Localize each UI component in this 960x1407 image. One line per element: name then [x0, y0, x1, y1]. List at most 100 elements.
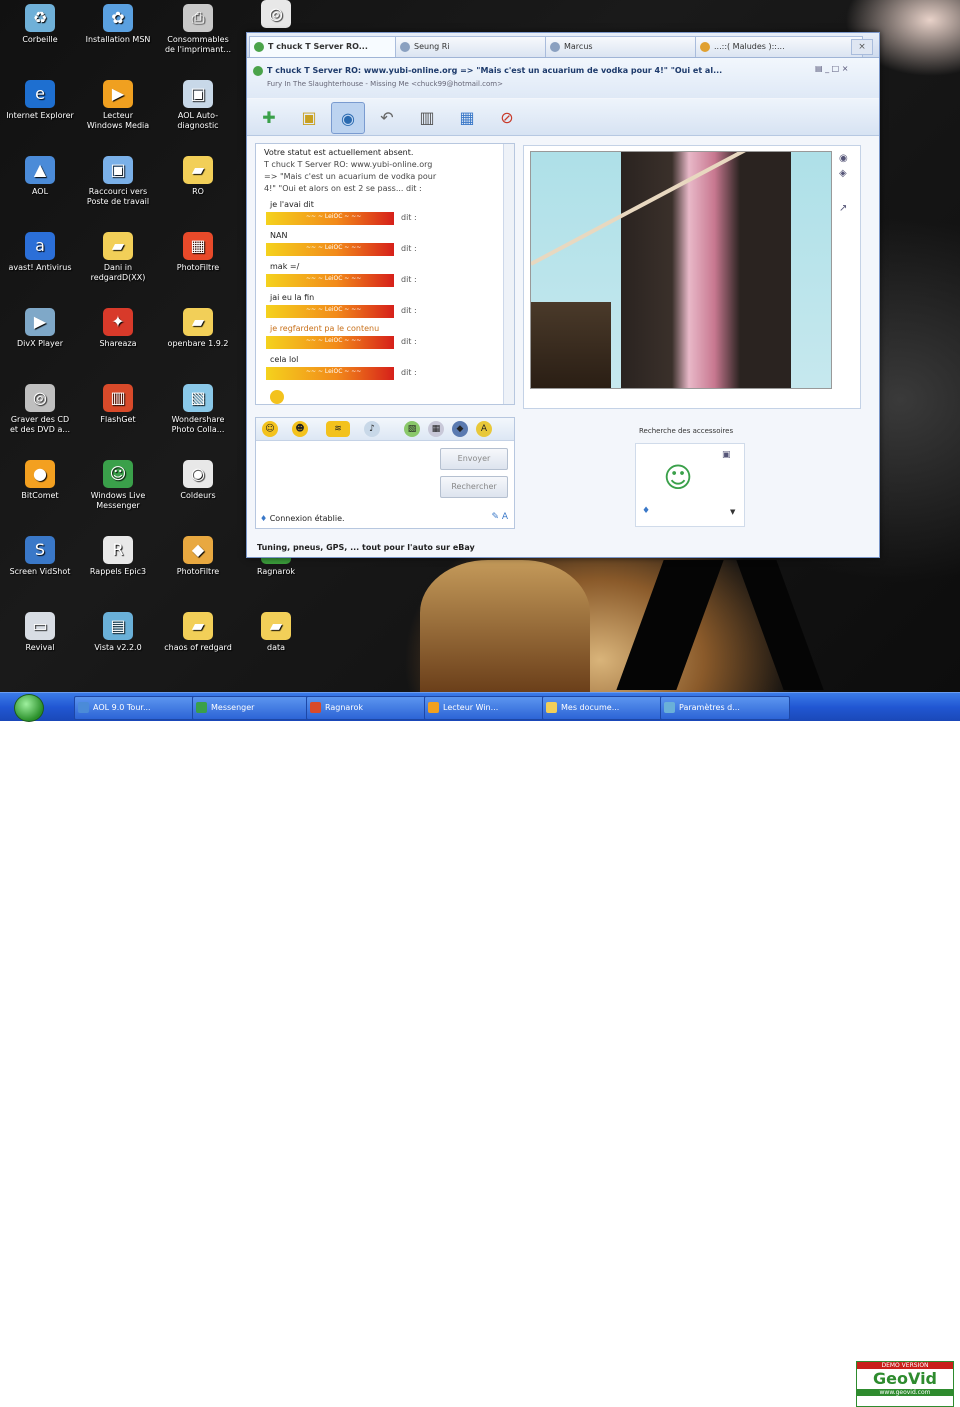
- volume-icon[interactable]: ◈: [839, 168, 851, 179]
- shareaza-icon: ✦: [103, 308, 133, 336]
- taskbar-button[interactable]: AOL 9.0 Tour...: [74, 696, 204, 720]
- webcam-options-icon[interactable]: ◉: [839, 153, 851, 164]
- taskbar-button[interactable]: Messenger: [192, 696, 322, 720]
- folder-icon: ▰: [103, 232, 133, 260]
- smiley-emoticon-icon: [270, 390, 284, 404]
- desktop-icon[interactable]: ⎙ Consommables de l'imprimant...: [164, 4, 232, 55]
- desktop-icon[interactable]: ◎ Graver des CD et des DVD a...: [6, 384, 74, 435]
- connection-status-text: Connexion établie.: [269, 514, 345, 523]
- desktop-icon-label: Coldeurs: [180, 491, 216, 500]
- wondershare-icon: ▧: [183, 384, 213, 412]
- block-contact-icon[interactable]: ⊘: [491, 102, 523, 132]
- send-button[interactable]: Envoyer: [440, 448, 508, 470]
- tab-maludes[interactable]: ...::( Maludes )::...: [695, 36, 863, 57]
- desktop-icon[interactable]: ◉ Coldeurs: [164, 460, 232, 501]
- desktop-icon[interactable]: ✦ Shareaza: [84, 308, 152, 349]
- webcam-background-chair: [531, 302, 611, 388]
- webcam-icon[interactable]: ◉: [331, 102, 365, 134]
- desktop-icon[interactable]: ● BitComet: [6, 460, 74, 501]
- font-icon[interactable]: A: [476, 421, 492, 437]
- invite-contact-icon[interactable]: ✚: [253, 102, 285, 132]
- message-input[interactable]: [262, 446, 438, 494]
- desktop-icon[interactable]: ▭ Revival: [6, 612, 74, 653]
- screen-vidshot-icon: S: [25, 536, 55, 564]
- nudge-icon[interactable]: ≋: [326, 421, 350, 437]
- search-button[interactable]: Rechercher: [440, 476, 508, 498]
- desktop-icon-label: RO: [192, 187, 204, 196]
- msn-installer-icon: ✿: [103, 4, 133, 32]
- conversation-tabs: T chuck T Server RO... Seung Ri Marcus .…: [247, 33, 879, 58]
- desktop-icon[interactable]: ♻ Corbeille: [6, 4, 74, 45]
- desktop-icon[interactable]: ▰ RO: [164, 156, 232, 197]
- messenger-window: T chuck T Server RO... Seung Ri Marcus .…: [246, 32, 880, 558]
- tab-chuck[interactable]: T chuck T Server RO...: [249, 36, 411, 57]
- desktop-icon-label: Ragnarok: [257, 567, 295, 576]
- menu-icon[interactable]: ▤: [815, 64, 823, 73]
- desktop-icon[interactable]: ▰ openbare 1.9.2: [164, 308, 232, 349]
- coldeurs-icon: ◉: [183, 460, 213, 488]
- desktop-icon[interactable]: ▲ AOL: [6, 156, 74, 197]
- taskbar-label: Mes docume...: [561, 703, 620, 712]
- games-icon[interactable]: ▦: [451, 102, 483, 132]
- desktop-icon[interactable]: ▣ Raccourci vers Poste de travail: [84, 156, 152, 207]
- desktop-icon[interactable]: R Rappels Epic3: [84, 536, 152, 577]
- taskbar-button[interactable]: Lecteur Win...: [424, 696, 554, 720]
- share-files-icon[interactable]: ▣: [293, 102, 325, 132]
- ink-icon[interactable]: ▦: [428, 421, 444, 437]
- desktop-icon[interactable]: ▤ Vista v2.2.0: [84, 612, 152, 653]
- call-icon[interactable]: ↶: [371, 102, 403, 132]
- ad-banner[interactable]: Tuning, pneus, GPS, ... tout pour l'auto…: [257, 543, 475, 552]
- taskbar-button[interactable]: Ragnarok: [306, 696, 436, 720]
- desktop-icon[interactable]: ☺ Windows Live Messenger: [84, 460, 152, 511]
- desktop-icon[interactable]: ▰ Dani in redgardD(XX): [84, 232, 152, 283]
- minimize-icon[interactable]: _: [825, 64, 829, 73]
- tab-marcus[interactable]: Marcus: [545, 36, 707, 57]
- desktop-icon[interactable]: ◆ PhotoFiltre: [164, 536, 232, 577]
- history-scrollbar[interactable]: [503, 144, 514, 404]
- expand-icon[interactable]: ↗: [839, 203, 851, 214]
- taskbar-button[interactable]: Paramètres d...: [660, 696, 790, 720]
- data-folder-icon: ▰: [261, 612, 291, 640]
- desktop-icon-label: avast! Antivirus: [8, 263, 72, 272]
- desktop-icon[interactable]: ✿ Installation MSN: [84, 4, 152, 45]
- activities-icon[interactable]: ▥: [411, 102, 443, 132]
- desktop-icon[interactable]: ▶ DivX Player: [6, 308, 74, 349]
- conversation-header: T chuck T Server RO: www.yubi-online.org…: [247, 58, 879, 98]
- desktop-icon[interactable]: ▧ Wondershare Photo Colla...: [164, 384, 232, 435]
- printer-icon: ⎙: [183, 4, 213, 32]
- desktop-icon[interactable]: a avast! Antivirus: [6, 232, 74, 273]
- desktop-icon[interactable]: ▦ PhotoFiltre: [164, 232, 232, 273]
- voice-clip-icon[interactable]: ♪: [364, 421, 380, 437]
- bitcomet-icon: ●: [25, 460, 55, 488]
- taskbar-button[interactable]: Mes docume...: [542, 696, 672, 720]
- desktop-icon[interactable]: S Screen VidShot: [6, 536, 74, 577]
- desktop-icon-label: Installation MSN: [85, 35, 151, 44]
- webcam-side-controls: ◉ ◈ ↗: [839, 153, 851, 393]
- desktop-icon[interactable]: ▶ Lecteur Windows Media: [84, 80, 152, 131]
- rappels-icon: R: [103, 536, 133, 564]
- display-picture-options-icon[interactable]: ▣: [722, 450, 731, 460]
- sender-name-banner: ~~ ~ LeiOC ~ ~~: [266, 305, 394, 318]
- desktop-icon[interactable]: ▣ AOL Auto-diagnostic: [164, 80, 232, 131]
- webcam-video: [530, 151, 832, 389]
- desktop-icon-label: PhotoFiltre: [176, 263, 220, 272]
- connection-status: ♦ Connexion établie.: [260, 514, 345, 523]
- background-icon[interactable]: ▧: [404, 421, 420, 437]
- emoticon-icon[interactable]: ☺: [262, 421, 278, 437]
- chevron-down-icon[interactable]: ▼: [730, 508, 735, 516]
- maximize-icon[interactable]: □: [832, 64, 840, 73]
- desktop-icon[interactable]: ▰ data: [242, 612, 310, 653]
- handwriting-icon[interactable]: ✎ A: [491, 512, 508, 522]
- games-small-icon[interactable]: ◆: [452, 421, 468, 437]
- tab-seung-ri[interactable]: Seung Ri: [395, 36, 557, 57]
- close-icon[interactable]: ×: [842, 64, 849, 73]
- tab-label: T chuck T Server RO...: [268, 42, 368, 51]
- desktop-icon[interactable]: ▰ chaos of redgard: [164, 612, 232, 653]
- wink-icon[interactable]: ☻: [292, 421, 308, 437]
- desktop-icon[interactable]: ▥ FlashGet: [84, 384, 152, 425]
- desktop-icon[interactable]: e Internet Explorer: [6, 80, 74, 121]
- close-tab-icon[interactable]: ×: [851, 39, 873, 55]
- conversation-history: Votre statut est actuellement absent. T …: [255, 143, 515, 405]
- window-controls: ▤ _ □ ×: [815, 64, 848, 73]
- start-button[interactable]: [14, 694, 44, 722]
